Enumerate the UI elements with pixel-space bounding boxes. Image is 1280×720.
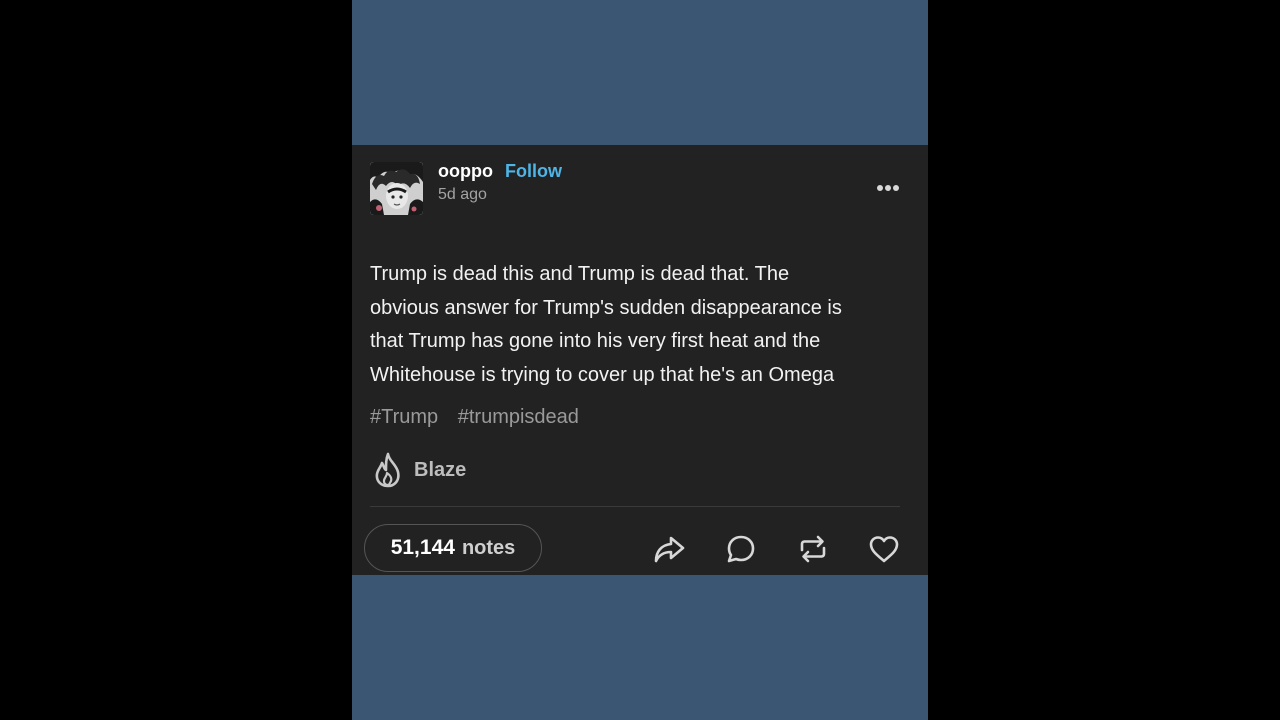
tag-trumpisdead[interactable]: #trumpisdead [458,406,579,428]
notes-button[interactable]: 51,144 notes [364,524,542,572]
reblog-icon[interactable] [796,532,830,566]
post-timestamp: 5d ago [438,186,487,203]
post-body-line: Whitehouse is trying to cover up that he… [370,363,835,386]
more-options-icon[interactable] [874,178,908,198]
video-frame: ooppo Follow 5d ago Trump is dead this a… [0,0,1280,720]
avatar-image [370,162,423,215]
blaze-label: Blaze [414,458,467,481]
post-body-line: that Trump has gone into his very first … [370,330,821,352]
post-body: Trump is dead this and Trump is dead tha… [370,258,910,392]
post-tags: #Trump #trumpisdead [370,406,593,429]
tag-trump[interactable]: #Trump [370,406,438,428]
notes-label: notes [461,536,516,559]
post-body-line: Trump is dead this and Trump is dead tha… [370,263,790,285]
blaze-button[interactable]: Blaze [372,451,466,489]
follow-button[interactable]: Follow [505,161,562,182]
post-body-line: obvious answer for Trump's sudden disapp… [370,296,842,319]
post-card: ooppo Follow 5d ago Trump is dead this a… [352,145,928,575]
share-icon[interactable] [652,532,686,566]
divider [370,506,900,507]
flame-icon [375,452,400,488]
heart-icon[interactable] [867,532,901,566]
post-username[interactable]: ooppo [438,161,493,182]
notes-count: 51,144 [390,536,455,559]
phone-screen: ooppo Follow 5d ago Trump is dead this a… [352,0,928,720]
avatar[interactable] [370,162,423,215]
reply-icon[interactable] [724,532,758,566]
